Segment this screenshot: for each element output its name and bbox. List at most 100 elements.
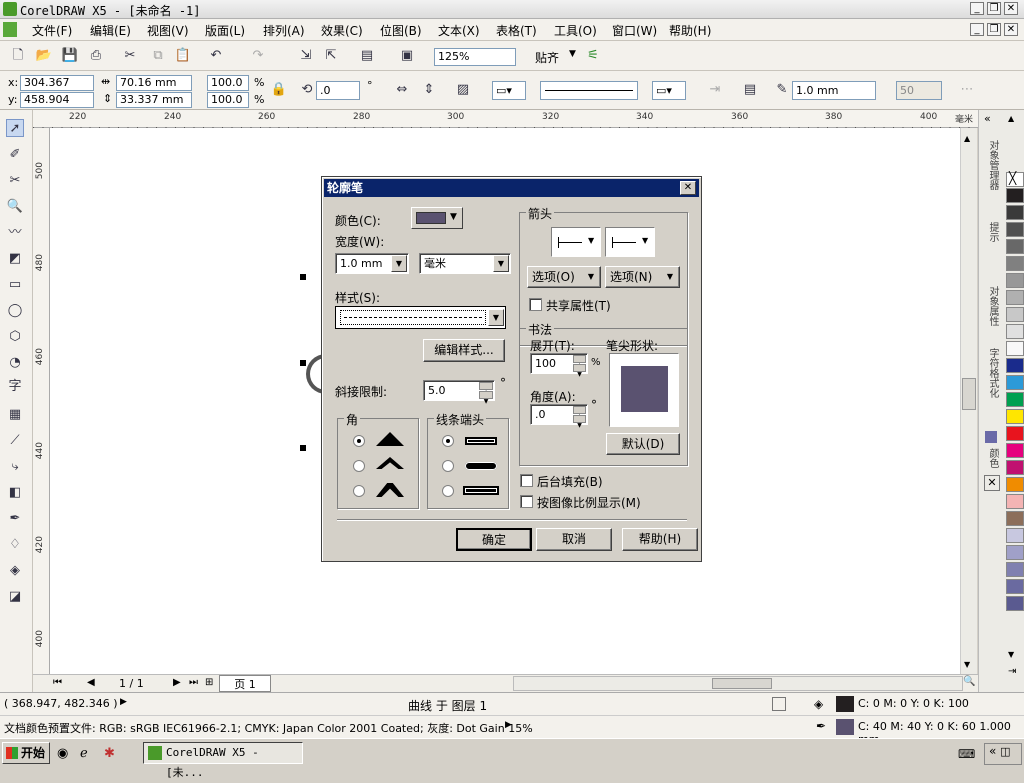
start-arrow-options[interactable]: 选项(O) ▼ [527,266,601,288]
cap-round-radio[interactable] [442,460,454,472]
help-button[interactable]: 帮助(H) [622,528,698,551]
palette-swatch[interactable] [1006,188,1024,203]
h-scroll-thumb[interactable] [712,678,772,689]
height-field[interactable]: 33.337 mm [116,92,192,108]
palette-swatch[interactable] [1006,528,1024,543]
doc-restore-button[interactable]: ❐ [987,23,1001,36]
menu-arrange[interactable]: 排列(A) [263,22,305,39]
selection-handle[interactable] [300,445,306,451]
menu-window[interactable]: 窗口(W) [612,22,657,39]
docker-tab-object-manager[interactable]: 对象管理器 [984,140,1000,190]
blend-tool-icon[interactable]: ◧ [6,484,24,502]
cut-icon[interactable]: ✂ [121,47,139,65]
zoom-nav-icon[interactable]: 🔍 [963,676,975,687]
start-button[interactable]: 开始 [2,742,50,764]
doc-minimize-button[interactable]: _ [970,23,984,36]
miter-spinner[interactable]: 5.0 ▲ ▼ [423,380,495,405]
app-launcher-icon[interactable]: ▤ [358,47,376,65]
style-dropdown-icon[interactable]: ▼ [488,309,504,326]
undo-icon[interactable]: ↶ [207,47,225,65]
style-combo[interactable]: ▼ [335,306,506,329]
horizontal-scrollbar[interactable] [513,676,963,691]
palette-down-icon[interactable]: ▼ [1008,650,1014,659]
color-picker-button[interactable]: ▼ [411,207,463,229]
cap-butt-radio[interactable] [442,435,454,447]
unit-combo[interactable]: 毫米 ▼ [419,253,511,274]
corner-round-radio[interactable] [353,460,365,472]
dialog-close-button[interactable]: ✕ [680,181,696,195]
edit-style-button[interactable]: 编辑样式... [423,339,505,362]
ok-button[interactable]: 确定 [456,528,532,551]
copy-icon[interactable]: ⧉ [149,47,167,65]
welcome-icon[interactable]: ▣ [398,47,416,65]
palette-swatch[interactable] [1006,239,1024,254]
text-tool-icon[interactable]: 字 [6,378,24,396]
page-next-icon[interactable]: ▶ [173,677,181,688]
polygon-tool-icon[interactable]: ⬡ [6,328,24,346]
page-first-icon[interactable]: ⏮ [53,677,62,688]
eyedropper-tool-icon[interactable]: ✒ [6,510,24,528]
palette-swatch[interactable] [1006,273,1024,288]
stretch-down-icon[interactable]: ▼ [573,364,586,378]
behind-fill-checkbox[interactable] [520,474,533,487]
menu-bitmaps[interactable]: 位图(B) [380,22,422,39]
default-button[interactable]: 默认(D) [606,433,680,455]
open-icon[interactable]: 📂 [35,47,53,65]
snap-menu[interactable]: 贴齐 [535,49,559,66]
palette-swatch[interactable] [1006,477,1024,492]
options-icon[interactable]: ⚟ [584,47,602,65]
menu-help[interactable]: 帮助(H) [669,22,711,39]
end-arrow-combo[interactable]: ▭▾ [652,81,686,100]
scroll-down-icon[interactable]: ▼ [964,660,970,669]
rotate-icon[interactable]: ⟲ [298,81,316,99]
end-arrow-picker[interactable]: ▼ [605,227,655,257]
paste-icon[interactable]: 📋 [174,47,192,65]
rotation-field[interactable]: .0 [316,81,360,100]
y-position-field[interactable]: 458.904 mm [20,92,94,120]
palette-swatch[interactable] [1006,596,1024,611]
wrap-icon[interactable]: ▨ [454,81,472,99]
export-icon[interactable]: ⇱ [322,47,340,65]
nib-preview[interactable] [609,353,679,427]
outline-tool-icon[interactable]: ♢ [6,536,24,554]
x-position-field[interactable]: 304.367 mm [20,75,94,103]
vertical-scrollbar[interactable]: ▲ ▼ [960,128,977,674]
start-arrow-combo[interactable]: ▭▾ [492,81,526,100]
palette-expand-icon[interactable]: ⇥ [1008,666,1016,677]
palette-swatch[interactable] [1006,358,1024,373]
palette-swatch[interactable] [1006,324,1024,339]
table-tool-icon[interactable]: ▦ [6,406,24,424]
wrap-text-icon[interactable]: ▤ [741,81,759,99]
menu-effects[interactable]: 效果(C) [321,22,363,39]
outline-width-combo[interactable]: 1.0 mm [792,81,876,100]
snapshot-icon[interactable] [772,697,786,711]
add-page-icon[interactable]: ⊞ [205,677,213,688]
palette-swatch[interactable] [1006,341,1024,356]
smart-fill-icon[interactable]: ◩ [6,250,24,268]
palette-swatch[interactable] [1006,494,1024,509]
end-arrow-options[interactable]: 选项(N) ▼ [605,266,680,288]
docker-tab-hints[interactable]: 提示 [984,222,1000,242]
snap-dropdown-icon[interactable]: ▼ [569,49,576,59]
palette-swatch[interactable] [1006,545,1024,560]
page-last-icon[interactable]: ⏭ [189,677,198,688]
menu-edit[interactable]: 编辑(E) [90,22,131,39]
palette-swatch[interactable] [1006,307,1024,322]
docker-tab-char-format[interactable]: 字符格式化 [984,348,1000,398]
minimize-button[interactable]: _ [970,2,984,15]
palette-swatch[interactable] [1006,392,1024,407]
corner-miter-radio[interactable] [353,435,365,447]
line-style-combo[interactable] [540,81,638,100]
fill-tool-icon[interactable]: ◈ [6,562,24,580]
quicklaunch-icon[interactable]: ✱ [104,746,115,761]
docker-tab-properties[interactable]: 对象属性 [984,286,1000,326]
menu-layout[interactable]: 版面(L) [205,22,245,39]
selection-handle[interactable] [300,274,306,280]
width-combo[interactable]: 1.0 mm ▼ [335,253,409,274]
selection-handle[interactable] [300,360,306,366]
menu-file[interactable]: 文件(F) [32,22,72,39]
save-icon[interactable]: 💾 [61,47,79,65]
scale-x-field[interactable]: 100.0 [207,75,249,91]
new-icon[interactable]: 🗋 [9,47,27,65]
unit-dropdown-icon[interactable]: ▼ [493,255,509,272]
